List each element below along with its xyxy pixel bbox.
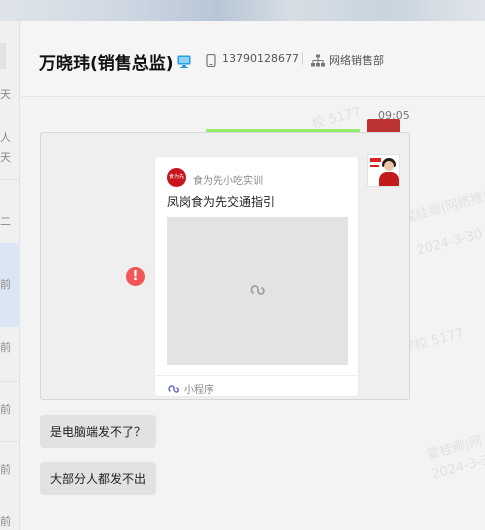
mini-program-icon [167,381,180,400]
list-item-snippet[interactable]: 前 [0,404,11,416]
mini-program-cover [167,217,348,365]
mini-program-footer: 小程序 [155,375,360,397]
list-item-snippet[interactable]: 前 [0,464,11,476]
list-item-snippet[interactable]: 天 [0,152,11,164]
phone-icon [206,52,216,71]
sender-avatar[interactable] [367,154,400,187]
list-divider [0,179,20,180]
contact-name[interactable]: 万晓玮(销售总监) [39,49,174,74]
mini-program-title: 凤岗食为先交通指引 [167,195,276,209]
mini-program-source: 食为先小吃实训 [193,176,263,187]
watermark: 2024-3-30 [430,450,485,483]
avatar-logo-mark [370,158,381,162]
list-divider [0,441,20,442]
avatar-face [384,161,394,171]
avatar-logo-mark [370,165,379,167]
org-chart-icon [311,52,325,71]
chat-header: 万晓玮(销售总监) 13790128677 网络销售部 [21,21,485,97]
list-item-snippet[interactable]: 前 [0,279,11,291]
watermark: 2024-3-30 [415,226,485,259]
conversation-list[interactable]: 天 人 天 二 前 前 前 前 前 [0,21,20,530]
list-item-selected-top[interactable] [0,43,6,69]
list-divider [0,381,20,382]
list-item-snippet[interactable]: 二 [0,216,11,228]
list-item-snippet[interactable]: 人 [0,132,11,144]
message-area[interactable]: 校 5177 霍桂卿|网络推广总监 2024-3-30 霍桂卿|网 2024-3… [21,97,485,530]
mini-program-card[interactable]: 食为先 食为先小吃实训 凤岗食为先交通指引 小程序 [154,156,360,397]
watermark: 校 5177 [310,104,363,133]
phone-number[interactable]: 13790128677 [222,52,299,65]
mini-program-logo: 食为先 [167,168,186,187]
list-item-snippet[interactable]: 天 [0,89,11,101]
list-item-snippet[interactable]: 前 [0,516,11,528]
department-label[interactable]: 网络销售部 [329,52,384,68]
mini-program-link-icon [247,281,267,305]
list-item-snippet[interactable]: 前 [0,342,11,354]
header-divider [302,52,303,65]
watermark: 霍桂卿|网 [425,433,484,463]
received-message-bubble[interactable]: 大部分人都发不出 [40,462,157,495]
avatar-body [379,172,399,186]
window-top-banner [0,0,485,21]
mini-program-label: 小程序 [184,385,214,396]
send-failed-icon[interactable]: ! [126,267,145,286]
watermark: 霍桂卿|网络推广总监 [401,180,485,227]
desktop-online-icon [177,53,191,72]
received-message-bubble[interactable]: 是电脑端发不了？ [40,415,157,448]
